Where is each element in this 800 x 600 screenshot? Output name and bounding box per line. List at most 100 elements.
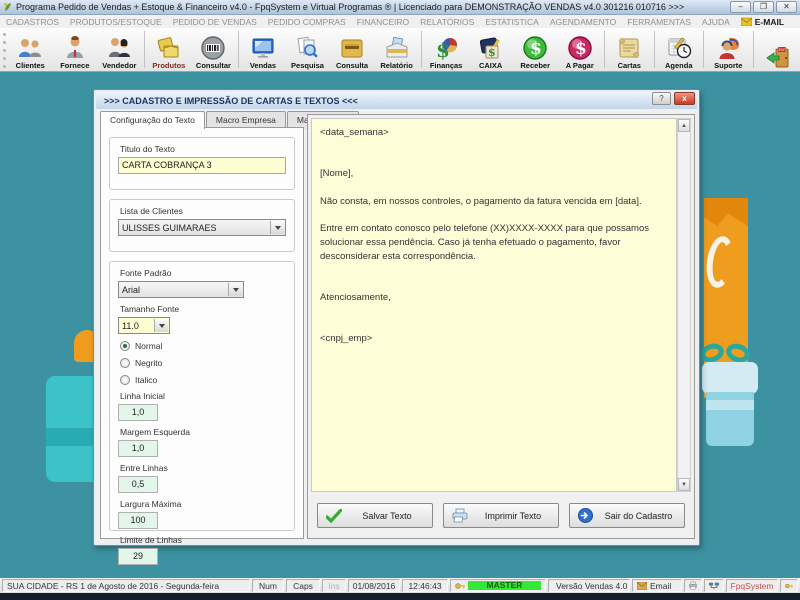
chevron-down-icon[interactable] bbox=[154, 319, 168, 332]
chevron-down-icon[interactable] bbox=[270, 221, 284, 234]
svg-text:$: $ bbox=[530, 39, 542, 59]
status-email[interactable]: Email bbox=[632, 579, 682, 592]
menu-produtos-estoque[interactable]: PRODUTOS/ESTOQUE bbox=[70, 17, 162, 27]
minimize-button[interactable]: – bbox=[730, 1, 751, 13]
tray-icon bbox=[339, 35, 365, 61]
textarea-scrollbar[interactable]: ▲ ▼ bbox=[677, 118, 691, 492]
fonte-select[interactable]: Arial bbox=[118, 281, 244, 298]
supplier-icon bbox=[62, 35, 88, 61]
toolbar-exit-button[interactable]: EXIT bbox=[756, 28, 800, 71]
toolbar-apagar-button[interactable]: $ A Pagar bbox=[557, 28, 602, 71]
titulo-input[interactable]: CARTA COBRANÇA 3 bbox=[118, 157, 286, 174]
desktop-background: >>> CADASTRO E IMPRESSÃO DE CARTAS E TEX… bbox=[0, 72, 800, 578]
svg-text:EXIT: EXIT bbox=[778, 48, 786, 52]
largura-maxima-input[interactable]: 100 bbox=[118, 512, 158, 529]
report-icon bbox=[384, 35, 410, 61]
sair-cadastro-button[interactable]: Sair do Cadastro bbox=[569, 503, 685, 528]
toolbar-consultar-button[interactable]: Consultar bbox=[191, 28, 236, 71]
toolbar-agenda-button[interactable]: Agenda bbox=[657, 28, 702, 71]
gift-body-illustration bbox=[706, 392, 754, 446]
status-brand: FpqSystem bbox=[726, 579, 778, 592]
cartas-dialog: >>> CADASTRO E IMPRESSÃO DE CARTAS E TEX… bbox=[93, 89, 700, 546]
linha-inicial-input[interactable]: 1,0 bbox=[118, 404, 158, 421]
toolbar-cartas-button[interactable]: Cartas bbox=[607, 28, 652, 71]
menu-agendamento[interactable]: AGENDAMENTO bbox=[550, 17, 616, 27]
menu-relatorios[interactable]: RELATÓRIOS bbox=[420, 17, 474, 27]
menu-ajuda[interactable]: AJUDA bbox=[702, 17, 730, 27]
toolbar-financas-button[interactable]: $ Finanças bbox=[424, 28, 469, 71]
scroll-down-icon[interactable]: ▼ bbox=[678, 478, 690, 491]
search-docs-icon bbox=[294, 35, 320, 61]
status-network[interactable] bbox=[704, 579, 724, 592]
menu-ferramentas[interactable]: FERRAMENTAS bbox=[627, 17, 691, 27]
tamanho-label: Tamanho Fonte bbox=[120, 304, 294, 314]
limite-linhas-input[interactable]: 29 bbox=[118, 548, 158, 565]
entre-linhas-input[interactable]: 0,5 bbox=[118, 476, 158, 493]
dialog-buttons: Salvar Texto Imprimir Texto bbox=[311, 503, 691, 528]
toolbar-separator bbox=[703, 31, 704, 68]
radio-negrito[interactable]: Negrito bbox=[120, 358, 294, 368]
svg-text:$: $ bbox=[488, 46, 496, 59]
salvar-texto-button[interactable]: Salvar Texto bbox=[317, 503, 433, 528]
menu-estatistica[interactable]: ESTATISTICA bbox=[485, 17, 539, 27]
toolbar-consulta-button[interactable]: Consulta bbox=[330, 28, 375, 71]
titulo-group: Titulo do Texto CARTA COBRANÇA 3 bbox=[109, 137, 295, 190]
toolbar-separator bbox=[144, 31, 145, 68]
toolbar-clientes-button[interactable]: Clientes bbox=[8, 28, 53, 71]
menu-cadastros[interactable]: CADASTROS bbox=[6, 17, 59, 27]
status-version: Versão Vendas 4.0 bbox=[548, 579, 630, 592]
monitor-icon bbox=[250, 35, 276, 61]
radio-circle-icon bbox=[120, 358, 130, 368]
config-panel: Titulo do Texto CARTA COBRANÇA 3 Lista d… bbox=[100, 127, 304, 539]
dialog-close-button[interactable]: x bbox=[674, 92, 695, 105]
application-window: Programa Pedido de Vendas + Estoque & Fi… bbox=[0, 0, 800, 600]
fonte-label: Fonte Padrão bbox=[120, 268, 294, 278]
svg-text:$: $ bbox=[575, 39, 587, 59]
toolbar-produtos-button[interactable]: Produtos bbox=[147, 28, 192, 71]
svg-text:$: $ bbox=[436, 38, 450, 61]
status-location: SUA CIDADE - RS 1 de Agosto de 2016 - Se… bbox=[2, 579, 250, 592]
dialog-help-button[interactable]: ? bbox=[652, 92, 671, 105]
letter-textarea[interactable]: <data_semana> [Nome], Não consta, em nos… bbox=[311, 118, 677, 492]
printer-icon bbox=[689, 581, 697, 590]
chevron-down-icon[interactable] bbox=[228, 283, 242, 296]
toolbar-vendas-button[interactable]: Vendas bbox=[241, 28, 286, 71]
imprimir-texto-button[interactable]: Imprimir Texto bbox=[443, 503, 559, 528]
toolbar: Clientes Fornece Vendedor Produt bbox=[0, 28, 800, 72]
toolbar-fornece-button[interactable]: Fornece bbox=[53, 28, 98, 71]
toolbar-separator bbox=[604, 31, 605, 68]
close-button[interactable]: ✕ bbox=[776, 1, 797, 13]
status-num: Num bbox=[252, 579, 284, 592]
toolbar-relatorio-button[interactable]: Relatório bbox=[374, 28, 419, 71]
taskbar-strip bbox=[0, 593, 800, 600]
menu-financeiro[interactable]: FINANCEIRO bbox=[357, 17, 409, 27]
lista-clientes-label: Lista de Clientes bbox=[120, 206, 294, 216]
radio-normal[interactable]: Normal bbox=[120, 341, 294, 351]
radio-italico[interactable]: Italico bbox=[120, 375, 294, 385]
scroll-up-icon[interactable]: ▲ bbox=[678, 119, 690, 132]
tab-configuracao-texto[interactable]: Configuração do Texto bbox=[100, 111, 205, 129]
toolbar-vendedor-button[interactable]: Vendedor bbox=[97, 28, 142, 71]
toolbar-receber-button[interactable]: $ Receber bbox=[513, 28, 558, 71]
cashbox-icon: $ bbox=[478, 35, 504, 61]
window-titlebar: Programa Pedido de Vendas + Estoque & Fi… bbox=[0, 0, 800, 15]
tamanho-select[interactable]: 11.0 bbox=[118, 317, 170, 334]
menu-pedido-compras[interactable]: PEDIDO COMPRAS bbox=[268, 17, 346, 27]
toolbar-caixa-button[interactable]: $ CAIXA bbox=[468, 28, 513, 71]
menu-email[interactable]: E-MAIL bbox=[741, 17, 784, 27]
toolbar-suporte-button[interactable]: Suporte bbox=[706, 28, 751, 71]
support-icon bbox=[715, 35, 741, 61]
app-icon bbox=[3, 2, 13, 12]
titulo-label: Titulo do Texto bbox=[120, 144, 294, 154]
margem-esquerda-input[interactable]: 1,0 bbox=[118, 440, 158, 457]
margem-esquerda-label: Margem Esquerda bbox=[120, 427, 294, 437]
key-icon bbox=[455, 582, 465, 590]
restore-button[interactable]: ❐ bbox=[753, 1, 774, 13]
status-key[interactable] bbox=[780, 579, 798, 592]
lista-clientes-select[interactable]: ULISSES GUIMARAES bbox=[118, 219, 286, 236]
toolbar-pesquisa-button[interactable]: Pesquisa bbox=[285, 28, 330, 71]
barcode-icon bbox=[200, 35, 226, 61]
menu-pedido-vendas[interactable]: PEDIDO DE VENDAS bbox=[173, 17, 257, 27]
status-printer[interactable] bbox=[684, 579, 702, 592]
agenda-icon bbox=[666, 35, 692, 61]
